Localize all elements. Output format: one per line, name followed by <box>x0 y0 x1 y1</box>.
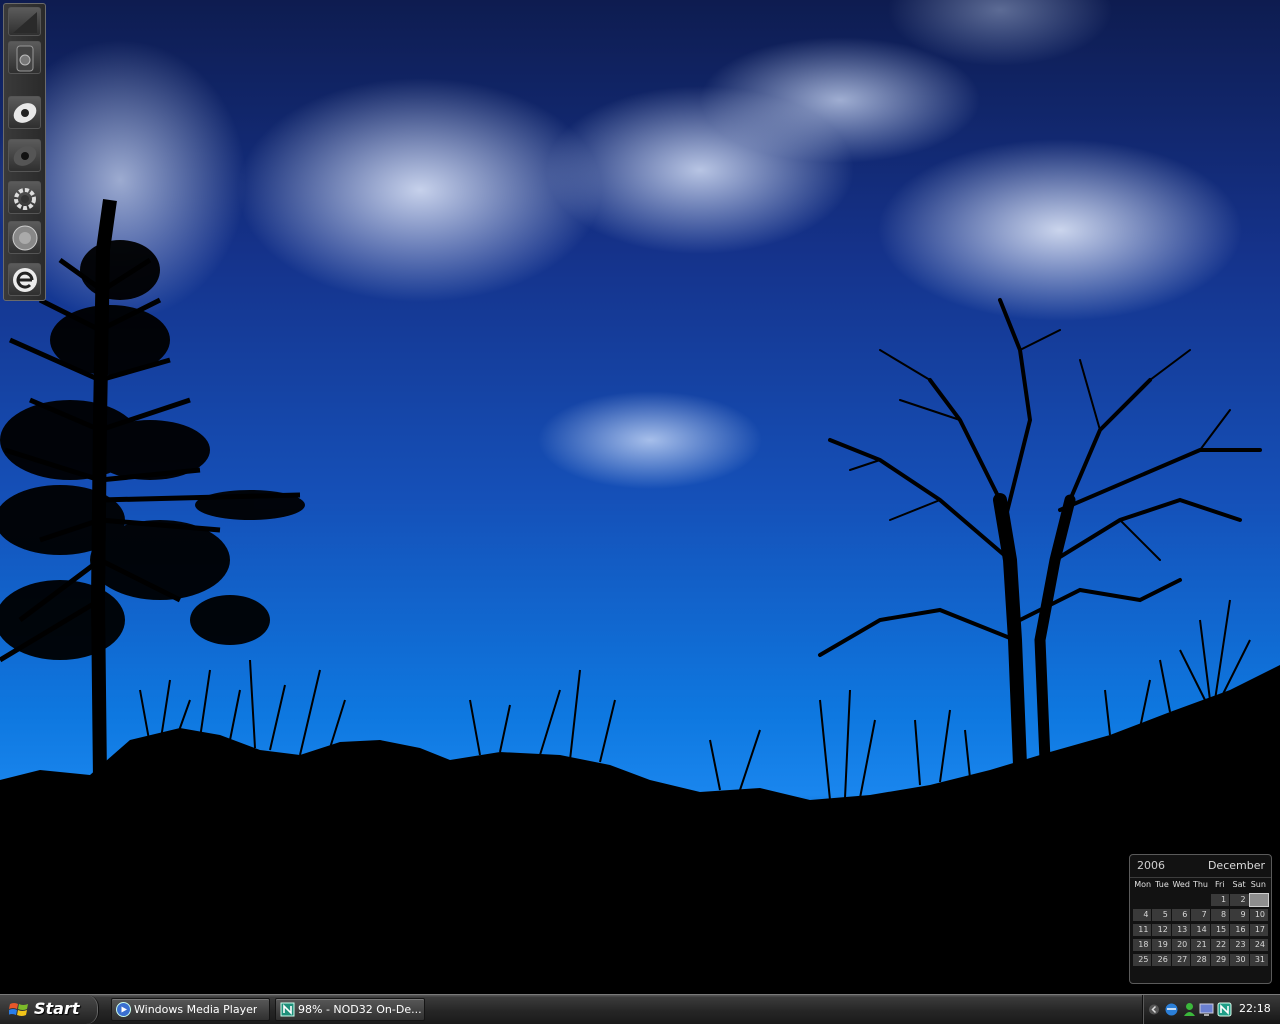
messenger-icon[interactable] <box>1182 1002 1197 1017</box>
calendar-date-cell[interactable]: 4 <box>1133 909 1152 921</box>
calendar-weekday: Wed <box>1172 880 1190 889</box>
dock-top-slot[interactable] <box>8 7 41 36</box>
dock-item-ie[interactable] <box>8 263 41 296</box>
calendar-weekday: Mon <box>1134 880 1152 889</box>
calendar-date-cell[interactable]: 16 <box>1230 924 1249 936</box>
calendar-date-cell[interactable]: 10 <box>1249 909 1268 921</box>
calendar-date-cell[interactable]: 8 <box>1210 909 1230 921</box>
calendar-date-cell[interactable]: 18 <box>1133 939 1152 951</box>
dock-item-gear[interactable] <box>8 181 41 214</box>
taskbar-item-label: Windows Media Player <box>134 1003 258 1016</box>
calendar-empty-cell <box>1172 894 1190 906</box>
calendar-weekday: Sat <box>1232 880 1246 889</box>
calendar-date-cell[interactable]: 12 <box>1152 924 1171 936</box>
calendar-date-cell[interactable]: 22 <box>1210 939 1230 951</box>
calendar-widget: 2006 December Mon Tue Wed Thu Fri Sat Sun 1245… <box>1129 854 1272 984</box>
taskbar-item-nod32[interactable]: 98% - NOD32 On-De... <box>275 998 425 1021</box>
taskbar-item-label: 98% - NOD32 On-De... <box>298 1003 422 1016</box>
calendar-weekday: Fri <box>1215 880 1225 889</box>
dock-item-globe[interactable] <box>8 221 41 254</box>
calendar-date-grid: 1 2 4 5 6 7 8 9 10 11 12 13 14 15 16 17 18 19 20 21 22 23 24 25… <box>1133 893 1270 968</box>
media-player-icon <box>116 1002 131 1017</box>
dock-item-ipod[interactable] <box>8 41 41 74</box>
calendar-weekday: Sun <box>1250 880 1266 889</box>
dock-header-icon <box>13 12 37 33</box>
start-button[interactable]: Start <box>0 995 99 1024</box>
windows-logo-icon <box>9 1003 28 1016</box>
calendar-date-cell[interactable]: 20 <box>1171 939 1191 951</box>
network-icon[interactable] <box>1164 1002 1179 1017</box>
desktop: 2006 December Mon Tue Wed Thu Fri Sat Sun 1245… <box>0 0 1280 994</box>
calendar-date-cell[interactable] <box>1248 893 1270 907</box>
calendar-empty-cell <box>1152 894 1170 906</box>
calendar-weekday: Tue <box>1155 880 1169 889</box>
calendar-date-cell[interactable]: 13 <box>1171 924 1191 936</box>
calendar-year: 2006 <box>1137 859 1165 872</box>
calendar-date-cell[interactable]: 28 <box>1191 954 1210 966</box>
calendar-date-cell[interactable]: 29 <box>1210 954 1230 966</box>
calendar-weekday-row: Mon Tue Wed Thu Fri Sat Sun <box>1133 880 1268 889</box>
nod32-icon <box>280 1002 295 1017</box>
calendar-date-cell[interactable]: 17 <box>1249 924 1268 936</box>
calendar-date-cell[interactable]: 11 <box>1133 924 1152 936</box>
calendar-date-cell[interactable]: 26 <box>1152 954 1171 966</box>
calendar-date-cell[interactable]: 31 <box>1249 954 1268 966</box>
calendar-date-cell[interactable]: 30 <box>1230 954 1249 966</box>
calendar-month: December <box>1207 859 1265 872</box>
calendar-date-cell[interactable]: 23 <box>1230 939 1249 951</box>
calendar-date-cell[interactable]: 9 <box>1230 909 1249 921</box>
clock[interactable]: 22:18 <box>1239 1002 1271 1015</box>
calendar-header: 2006 December <box>1130 855 1271 878</box>
calendar-date-cell[interactable]: 5 <box>1152 909 1171 921</box>
ie-icon <box>13 268 37 292</box>
calendar-date-cell[interactable]: 21 <box>1191 939 1210 951</box>
nod32-tray-icon[interactable] <box>1217 1002 1232 1017</box>
start-label: Start <box>34 999 80 1018</box>
calendar-date-cell[interactable]: 27 <box>1171 954 1191 966</box>
taskbar: Start Windows Media Player 98% - NOD32 O… <box>0 994 1280 1024</box>
calendar-date-cell[interactable]: 25 <box>1133 954 1152 966</box>
system-tray: 22:18 <box>1142 995 1280 1024</box>
gear-icon <box>14 188 36 210</box>
wallpaper-landscape <box>0 199 1280 994</box>
calendar-date-cell[interactable]: 6 <box>1171 909 1191 921</box>
quick-launch-dock <box>3 3 46 301</box>
monitor-icon[interactable] <box>1199 1002 1214 1017</box>
dock-item-eye-dark[interactable] <box>8 139 41 172</box>
ipod-icon <box>16 45 34 72</box>
calendar-date-cell[interactable]: 7 <box>1191 909 1210 921</box>
calendar-date-cell[interactable]: 1 <box>1210 894 1230 906</box>
chevron-left-icon[interactable] <box>1149 1003 1159 1016</box>
calendar-weekday: Thu <box>1192 880 1208 889</box>
calendar-date-cell[interactable]: 15 <box>1210 924 1230 936</box>
taskbar-item-windows-media-player[interactable]: Windows Media Player <box>111 998 270 1021</box>
calendar-empty-cell <box>1133 894 1151 906</box>
dock-item-eye[interactable] <box>8 96 41 129</box>
eye-dark-icon <box>13 146 37 166</box>
calendar-date-cell[interactable]: 19 <box>1152 939 1171 951</box>
calendar-date-cell[interactable]: 24 <box>1249 939 1268 951</box>
eye-icon <box>13 103 37 123</box>
globe-icon <box>12 225 38 251</box>
calendar-date-cell[interactable]: 2 <box>1230 894 1249 906</box>
calendar-empty-cell <box>1191 894 1209 906</box>
calendar-date-cell[interactable]: 14 <box>1191 924 1210 936</box>
